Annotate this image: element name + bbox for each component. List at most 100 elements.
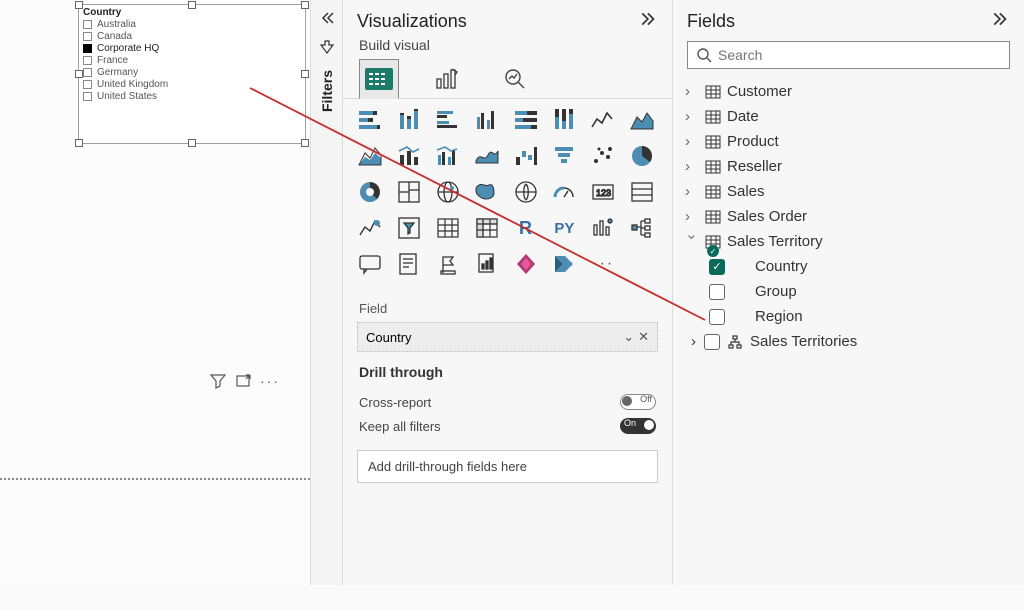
slicer-visual[interactable]: Country Australia Canada Corporate HQ Fr… — [78, 4, 306, 144]
checkbox-icon[interactable] — [709, 309, 725, 325]
slicer-list[interactable]: Australia Canada Corporate HQ France Ger… — [79, 18, 305, 102]
format-visual-tab[interactable] — [427, 59, 467, 99]
scatter-chart-icon[interactable] — [588, 141, 618, 171]
filters-pane-collapsed[interactable]: Filters — [310, 0, 342, 585]
focus-mode-icon[interactable] — [236, 373, 252, 389]
table-customer[interactable]: ›Customer — [681, 79, 1016, 104]
more-options-icon[interactable]: ··· — [262, 373, 278, 389]
resize-handle[interactable] — [301, 1, 309, 9]
table-product[interactable]: ›Product — [681, 129, 1016, 154]
checkbox-icon[interactable] — [709, 259, 725, 275]
funnel-chart-icon[interactable] — [549, 141, 579, 171]
hundred-stacked-bar-icon[interactable] — [511, 105, 541, 135]
kpi-icon[interactable] — [355, 213, 385, 243]
search-field[interactable] — [718, 47, 1001, 63]
treemap-icon[interactable] — [394, 177, 424, 207]
line-stacked-column-icon[interactable] — [394, 141, 424, 171]
filter-icon[interactable] — [210, 373, 226, 389]
report-canvas[interactable]: Country Australia Canada Corporate HQ Fr… — [0, 0, 310, 585]
checkbox-icon[interactable] — [83, 32, 92, 41]
ribbon-chart-icon[interactable] — [472, 141, 502, 171]
r-visual-icon[interactable]: R — [511, 213, 541, 243]
collapse-pane-icon[interactable] — [640, 10, 658, 33]
key-influencers-icon[interactable] — [588, 213, 618, 243]
collapse-pane-icon[interactable] — [992, 10, 1010, 33]
chevron-down-icon[interactable]: ⌄ — [623, 329, 634, 345]
resize-handle[interactable] — [75, 139, 83, 147]
table-sales[interactable]: ›Sales — [681, 179, 1016, 204]
slicer-icon[interactable] — [394, 213, 424, 243]
slicer-item[interactable]: France — [83, 54, 301, 66]
map-icon[interactable] — [433, 177, 463, 207]
checkbox-icon[interactable] — [709, 284, 725, 300]
field-country[interactable]: Country — [681, 254, 1016, 279]
keep-filters-toggle[interactable]: On — [620, 418, 656, 434]
resize-handle[interactable] — [75, 1, 83, 9]
checkbox-icon[interactable] — [83, 56, 92, 65]
table-sales-territory[interactable]: ›Sales Territory ✓ — [681, 229, 1016, 254]
slicer-item[interactable]: Canada — [83, 30, 301, 42]
slicer-item[interactable]: United Kingdom — [83, 78, 301, 90]
table-reseller[interactable]: ›Reseller — [681, 154, 1016, 179]
table-date[interactable]: ›Date — [681, 104, 1016, 129]
stacked-area-chart-icon[interactable] — [355, 141, 385, 171]
matrix-icon[interactable] — [472, 213, 502, 243]
area-chart-icon[interactable] — [627, 105, 657, 135]
goals-icon[interactable] — [433, 249, 463, 279]
field-sales-territories[interactable]: ›Sales Territories — [681, 329, 1016, 354]
checkbox-icon[interactable] — [704, 334, 720, 350]
expand-pane-icon[interactable] — [319, 10, 335, 31]
analytics-tab[interactable] — [495, 59, 535, 99]
build-visual-tab[interactable] — [359, 59, 399, 99]
field-region[interactable]: Region — [681, 304, 1016, 329]
pie-chart-icon[interactable] — [627, 141, 657, 171]
chevron-right-icon: › — [685, 83, 699, 100]
stacked-column-chart-icon[interactable] — [394, 105, 424, 135]
power-automate-icon[interactable] — [549, 249, 579, 279]
slicer-item[interactable]: Corporate HQ — [83, 42, 301, 54]
checkbox-icon[interactable] — [83, 80, 92, 89]
slicer-item[interactable]: Australia — [83, 18, 301, 30]
paginated-report-icon[interactable] — [472, 249, 502, 279]
stacked-bar-chart-icon[interactable] — [355, 105, 385, 135]
hundred-stacked-column-icon[interactable] — [549, 105, 579, 135]
get-more-visuals-icon[interactable]: ··· — [588, 249, 618, 279]
clustered-bar-chart-icon[interactable] — [433, 105, 463, 135]
python-visual-icon[interactable]: PY — [549, 213, 579, 243]
resize-handle[interactable] — [188, 1, 196, 9]
gauge-icon[interactable] — [549, 177, 579, 207]
table-sales-order[interactable]: ›Sales Order — [681, 204, 1016, 229]
field-group[interactable]: Group — [681, 279, 1016, 304]
checkbox-icon[interactable] — [83, 44, 92, 53]
resize-handle[interactable] — [301, 139, 309, 147]
card-icon[interactable]: 123 — [588, 177, 618, 207]
checkbox-icon[interactable] — [83, 92, 92, 101]
line-clustered-column-icon[interactable] — [433, 141, 463, 171]
decomposition-tree-icon[interactable] — [627, 213, 657, 243]
multi-row-card-icon[interactable] — [627, 177, 657, 207]
checkbox-icon[interactable] — [83, 68, 92, 77]
filled-map-icon[interactable] — [472, 177, 502, 207]
chevron-down-icon: › — [684, 235, 701, 249]
donut-chart-icon[interactable] — [355, 177, 385, 207]
resize-handle[interactable] — [188, 139, 196, 147]
waterfall-chart-icon[interactable] — [511, 141, 541, 171]
pane-title: Fields — [687, 11, 735, 32]
smart-narrative-icon[interactable] — [394, 249, 424, 279]
slicer-item[interactable]: Germany — [83, 66, 301, 78]
remove-field-icon[interactable]: ✕ — [638, 329, 649, 345]
cross-report-toggle[interactable]: Off — [620, 394, 656, 410]
field-well[interactable]: Country ⌄ ✕ — [357, 322, 658, 352]
slicer-item[interactable]: United States — [83, 90, 301, 102]
resize-handle[interactable] — [75, 70, 83, 78]
azure-map-icon[interactable] — [511, 177, 541, 207]
qa-visual-icon[interactable] — [355, 249, 385, 279]
table-icon[interactable] — [433, 213, 463, 243]
line-chart-icon[interactable] — [588, 105, 618, 135]
drill-through-dropzone[interactable]: Add drill-through fields here — [357, 450, 658, 483]
resize-handle[interactable] — [301, 70, 309, 78]
checkbox-icon[interactable] — [83, 20, 92, 29]
clustered-column-chart-icon[interactable] — [472, 105, 502, 135]
power-apps-icon[interactable] — [511, 249, 541, 279]
search-input[interactable] — [687, 41, 1010, 69]
